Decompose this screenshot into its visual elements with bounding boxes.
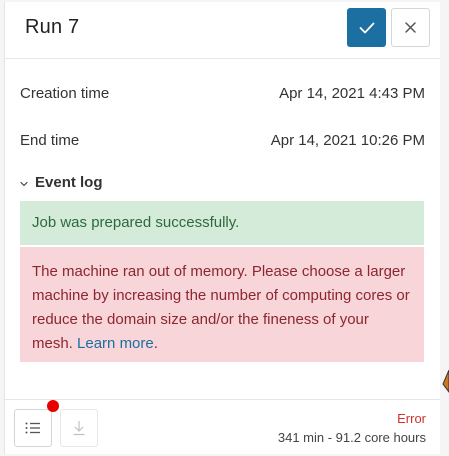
- list-icon: [25, 422, 40, 434]
- check-icon: [359, 22, 374, 33]
- panel-footer: Error 341 min - 91.2 core hours: [5, 399, 440, 455]
- download-button[interactable]: [60, 409, 98, 447]
- error-message-suffix: .: [153, 335, 158, 352]
- background-shape: [442, 370, 449, 393]
- success-message: Job was prepared successfully.: [20, 201, 424, 245]
- notification-dot: [47, 400, 59, 412]
- log-button[interactable]: [14, 409, 52, 447]
- end-time-label: End time: [20, 132, 80, 149]
- event-log-label: Event log: [35, 174, 103, 191]
- run-details-panel: Run 7 Creation time Apr 14, 2021 4:43 PM…: [4, 2, 440, 454]
- creation-time-value: Apr 14, 2021 4:43 PM: [279, 85, 425, 102]
- error-message: The machine ran out of memory. Please ch…: [20, 247, 424, 362]
- chevron-down-icon: [19, 175, 31, 192]
- duration-text: 341 min - 91.2 core hours: [277, 430, 426, 445]
- creation-time-label: Creation time: [20, 85, 110, 102]
- confirm-button[interactable]: [347, 8, 386, 47]
- learn-more-link[interactable]: Learn more: [77, 335, 154, 352]
- success-message-text: Job was prepared successfully.: [32, 214, 240, 231]
- event-log-toggle[interactable]: Event log: [19, 174, 103, 192]
- status-badge: Error: [397, 411, 426, 426]
- end-time-value: Apr 14, 2021 10:26 PM: [270, 132, 425, 149]
- download-icon: [73, 421, 85, 436]
- close-icon: [405, 22, 416, 33]
- panel-header: Run 7: [5, 2, 440, 59]
- page-title: Run 7: [25, 16, 80, 38]
- close-button[interactable]: [391, 8, 430, 47]
